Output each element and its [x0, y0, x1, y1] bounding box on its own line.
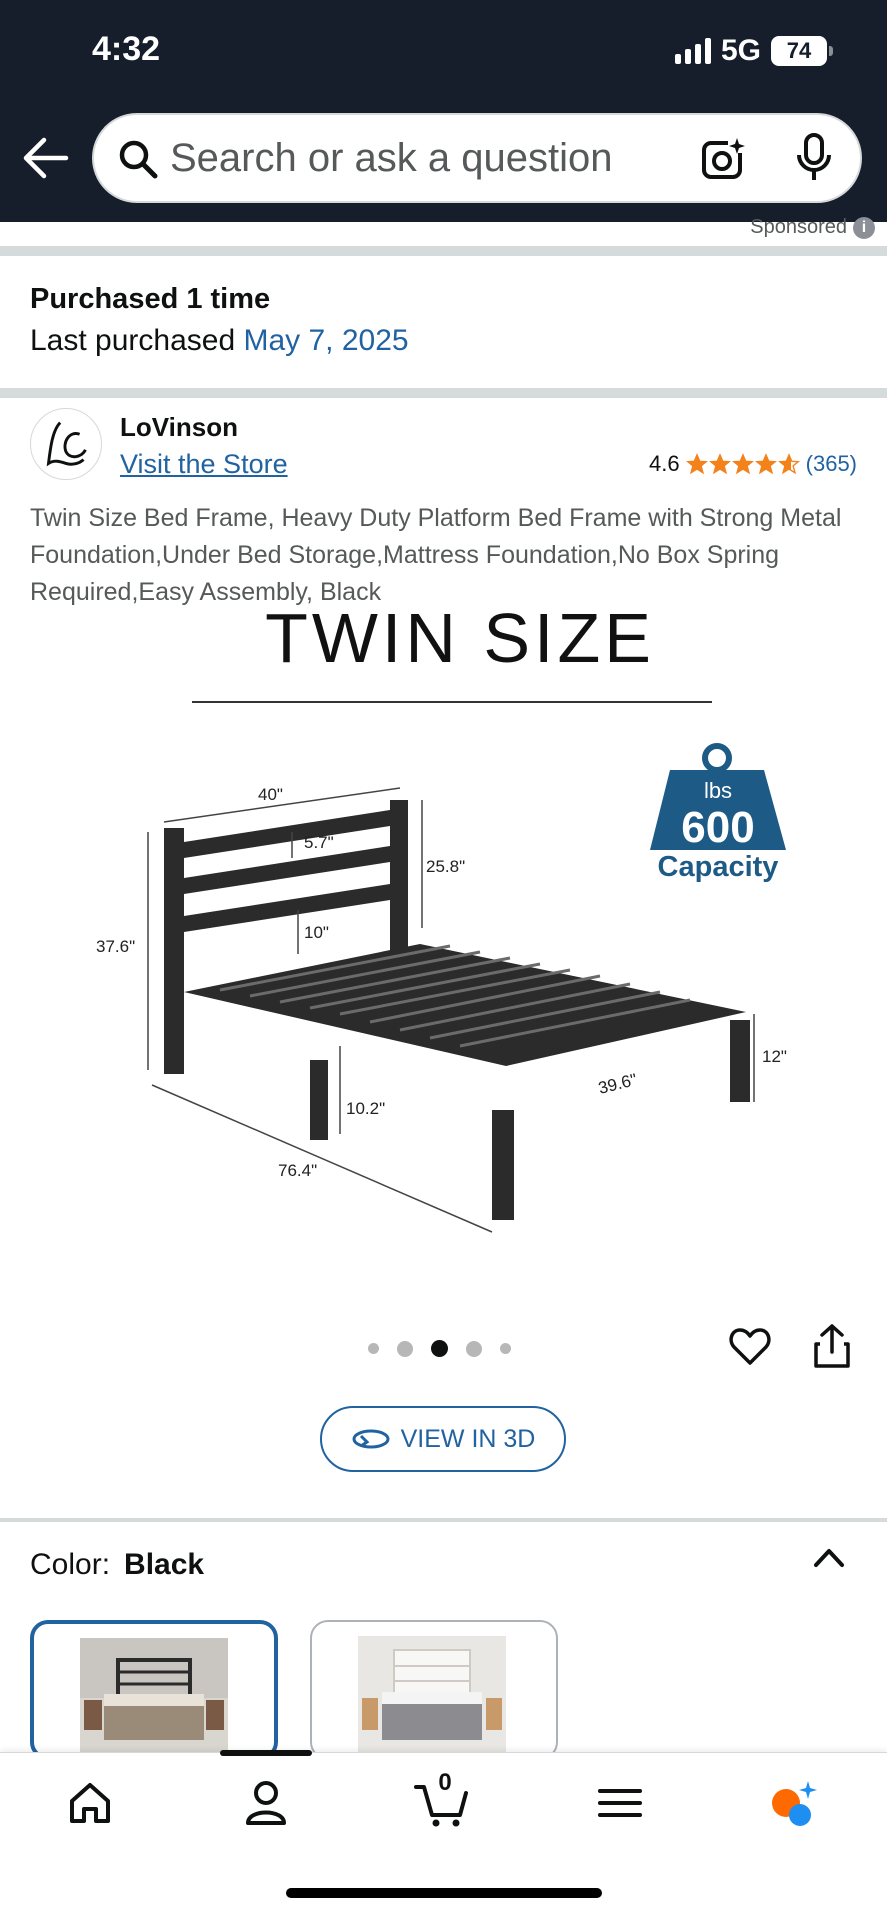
last-purchased: Last purchased May 7, 2025 [30, 324, 409, 357]
home-icon[interactable] [60, 1773, 120, 1833]
carousel-dot[interactable] [466, 1340, 482, 1357]
star-icon [685, 453, 708, 475]
status-time: 4:32 [92, 30, 161, 68]
rating-summary[interactable]: 4.6 (365) [649, 451, 857, 477]
menu-icon[interactable] [590, 1773, 650, 1833]
rotate-3d-icon [352, 1429, 390, 1449]
svg-text:lbs: lbs [704, 778, 732, 803]
white-bed-thumbnail [358, 1636, 506, 1756]
chevron-up-icon[interactable] [812, 1545, 846, 1569]
dim-lower-gap: 10" [304, 923, 329, 942]
capacity-badge: lbs 600 Capacity [650, 743, 786, 883]
microphone-icon[interactable] [794, 133, 834, 183]
rufus-icon[interactable] [764, 1773, 824, 1833]
star-icon [731, 453, 754, 475]
sponsored-label[interactable]: Sponsored i [750, 216, 875, 239]
signal-icon [674, 38, 711, 64]
dim-rail-gap: 5.7" [304, 833, 334, 852]
star-rating [685, 453, 800, 475]
heart-icon[interactable] [728, 1325, 772, 1369]
dim-headboard-height: 25.8" [426, 857, 465, 876]
carousel-dot[interactable] [397, 1340, 413, 1357]
review-count-link[interactable]: (365) [806, 451, 857, 477]
color-swatch-white[interactable] [310, 1620, 558, 1760]
cart-count: 0 [438, 1769, 452, 1796]
view-in-3d-button[interactable]: VIEW IN 3D [320, 1406, 566, 1472]
carousel-dot[interactable] [500, 1343, 511, 1354]
dim-side-width: 39.6" [596, 1070, 639, 1098]
search-bar[interactable] [92, 113, 862, 203]
back-arrow-icon[interactable] [22, 136, 70, 180]
last-purchased-date-link[interactable]: May 7, 2025 [243, 324, 408, 357]
svg-text:Capacity: Capacity [658, 851, 779, 883]
visit-store-link[interactable]: Visit the Store [120, 449, 288, 480]
purchase-count: Purchased 1 time [30, 283, 271, 315]
star-icon [777, 453, 800, 475]
share-icon[interactable] [812, 1322, 852, 1370]
dim-frame-height: 12" [762, 1047, 787, 1066]
product-title[interactable]: Twin Size Bed Frame, Heavy Duty Platform… [30, 500, 860, 611]
brand-logo[interactable] [30, 408, 102, 480]
color-selector-label: Color: Black [30, 1548, 205, 1581]
active-nav-indicator [220, 1750, 312, 1756]
app-header: 4:32 5G 74 [0, 0, 887, 222]
search-input[interactable] [170, 115, 700, 201]
svg-text:600: 600 [681, 803, 754, 852]
carousel-dot[interactable] [368, 1343, 379, 1354]
section-divider [0, 246, 887, 256]
home-indicator [286, 1888, 602, 1898]
selected-color: Black [124, 1548, 205, 1581]
dim-total-height: 37.6" [96, 937, 135, 956]
image-heading: TWIN SIZE [265, 610, 655, 677]
cart-button[interactable]: 0 [412, 1769, 472, 1833]
brand-name: LoVinson [120, 412, 238, 442]
star-icon [754, 453, 777, 475]
star-icon [708, 453, 731, 475]
camera-search-icon[interactable] [700, 135, 748, 183]
carousel-dot[interactable] [431, 1340, 448, 1357]
color-swatch-black[interactable] [30, 1620, 278, 1760]
battery-icon: 74 [771, 36, 833, 66]
account-icon[interactable] [236, 1773, 296, 1833]
dim-clearance: 10.2" [346, 1099, 385, 1118]
status-indicators: 5G 74 [674, 34, 833, 68]
search-icon [119, 140, 158, 179]
network-label: 5G [720, 34, 761, 67]
dim-width: 40" [258, 785, 283, 804]
carousel-dots[interactable] [368, 1340, 511, 1357]
product-image[interactable]: TWIN SIZE 40" 5.7" 25.8" 10" 37.6" 12" 1… [60, 610, 830, 1250]
section-divider [0, 388, 887, 398]
dim-length: 76.4" [278, 1161, 317, 1180]
info-icon: i [853, 216, 875, 239]
rating-score: 4.6 [649, 451, 680, 476]
section-divider [0, 1518, 887, 1522]
black-bed-thumbnail [80, 1638, 228, 1756]
